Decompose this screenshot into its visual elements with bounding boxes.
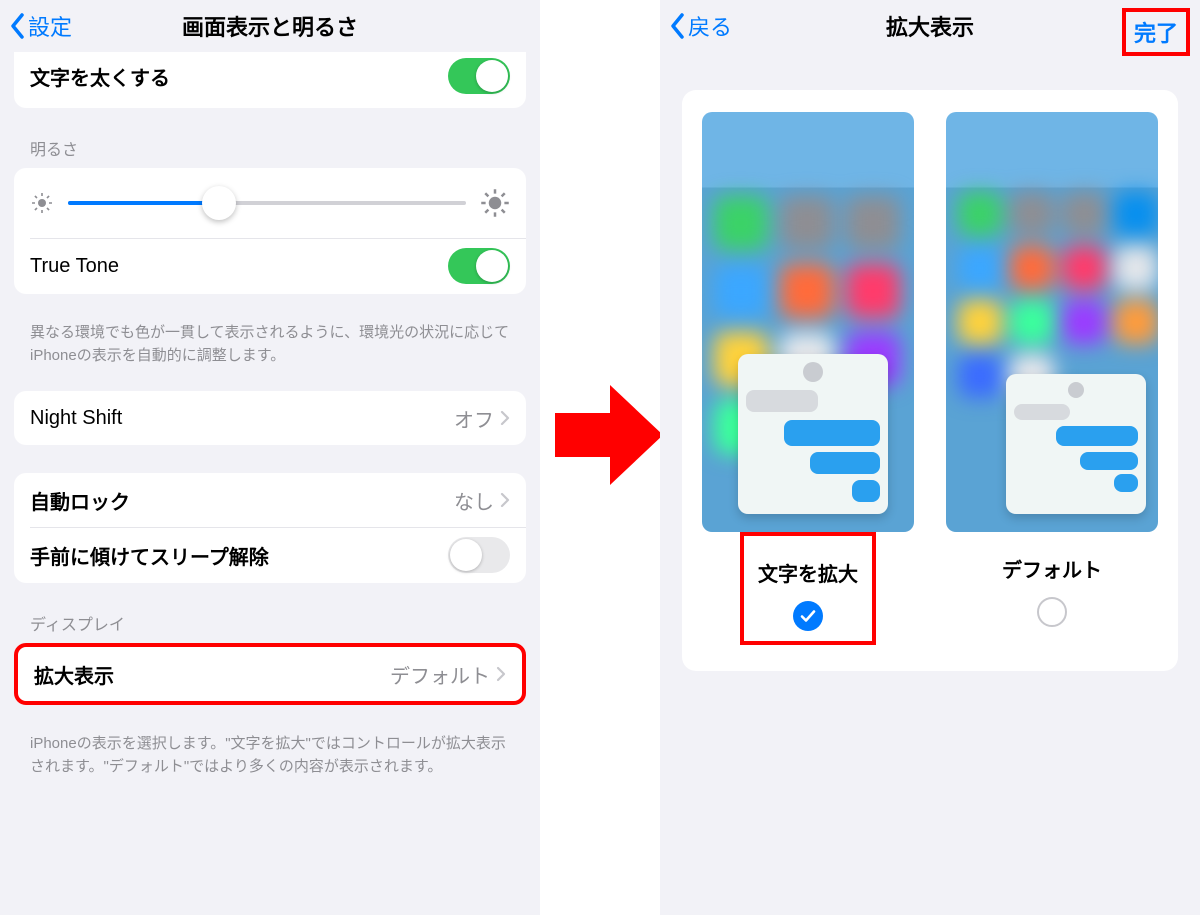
choice-default[interactable]: デフォルト (944, 112, 1160, 645)
raise-to-wake-label: 手前に傾けてスリープ解除 (30, 541, 269, 570)
display-header: ディスプレイ (30, 611, 510, 635)
bold-text-toggle[interactable] (448, 58, 510, 94)
brightness-slider-row (14, 168, 526, 238)
default-preview (946, 112, 1158, 532)
brightness-header: 明るさ (30, 136, 510, 160)
choice-zoomed-label: 文字を拡大 (758, 558, 858, 587)
auto-lock-label: 自動ロック (30, 486, 130, 515)
choice-zoomed[interactable]: 文字を拡大 (700, 112, 916, 645)
display-zoom-value: デフォルト (390, 660, 490, 689)
display-zoom-note: iPhoneの表示を選択します。"文字を拡大"ではコントロールが拡大表示されます… (30, 733, 510, 778)
chevron-left-icon (670, 13, 686, 39)
sun-high-icon (480, 188, 510, 218)
sun-low-icon (30, 191, 54, 215)
night-shift-row[interactable]: Night Shift オフ (14, 391, 526, 445)
true-tone-note: 異なる環境でも色が一貫して表示されるように、環境光の状況に応じてiPhoneの表… (30, 322, 510, 367)
display-zoom-row[interactable]: 拡大表示 デフォルト (18, 647, 522, 701)
brightness-slider[interactable] (30, 188, 510, 218)
bold-text-label: 文字を太くする (30, 62, 170, 91)
night-shift-label: Night Shift (30, 407, 122, 430)
back-label: 設定 (28, 10, 72, 42)
auto-lock-value: なし (454, 486, 494, 515)
back-button[interactable]: 戻る (670, 10, 732, 42)
left-screen: 設定 画面表示と明るさ 文字を太くする 明るさ True Tone (0, 0, 540, 915)
raise-to-wake-toggle[interactable] (448, 537, 510, 573)
page-title: 拡大表示 (886, 10, 974, 42)
bold-text-row[interactable]: 文字を太くする (14, 52, 526, 108)
back-label: 戻る (688, 10, 732, 42)
true-tone-row[interactable]: True Tone (14, 238, 526, 294)
right-screen: 戻る 拡大表示 完了 (660, 0, 1200, 915)
done-label: 完了 (1134, 21, 1178, 46)
raise-to-wake-row[interactable]: 手前に傾けてスリープ解除 (14, 527, 526, 583)
chevron-right-icon (500, 492, 510, 508)
choice-zoomed-radio[interactable] (793, 601, 823, 631)
back-button[interactable]: 設定 (10, 10, 72, 42)
done-button[interactable]: 完了 (1122, 8, 1190, 56)
nav-bar: 設定 画面表示と明るさ (0, 0, 540, 52)
page-title: 画面表示と明るさ (182, 10, 358, 42)
display-zoom-label: 拡大表示 (34, 660, 114, 689)
choice-default-label: デフォルト (1002, 554, 1102, 583)
zoom-choice-card: 文字を拡大 (682, 90, 1178, 671)
night-shift-value: オフ (454, 404, 494, 433)
choice-default-radio[interactable] (1037, 597, 1067, 627)
chevron-left-icon (10, 13, 26, 39)
zoomed-preview (702, 112, 914, 532)
chevron-right-icon (496, 666, 506, 682)
auto-lock-row[interactable]: 自動ロック なし (14, 473, 526, 527)
chevron-right-icon (500, 410, 510, 426)
arrow-right-icon (555, 375, 665, 495)
true-tone-label: True Tone (30, 255, 119, 278)
true-tone-toggle[interactable] (448, 248, 510, 284)
nav-bar: 戻る 拡大表示 完了 (660, 0, 1200, 52)
checkmark-icon (799, 607, 817, 625)
